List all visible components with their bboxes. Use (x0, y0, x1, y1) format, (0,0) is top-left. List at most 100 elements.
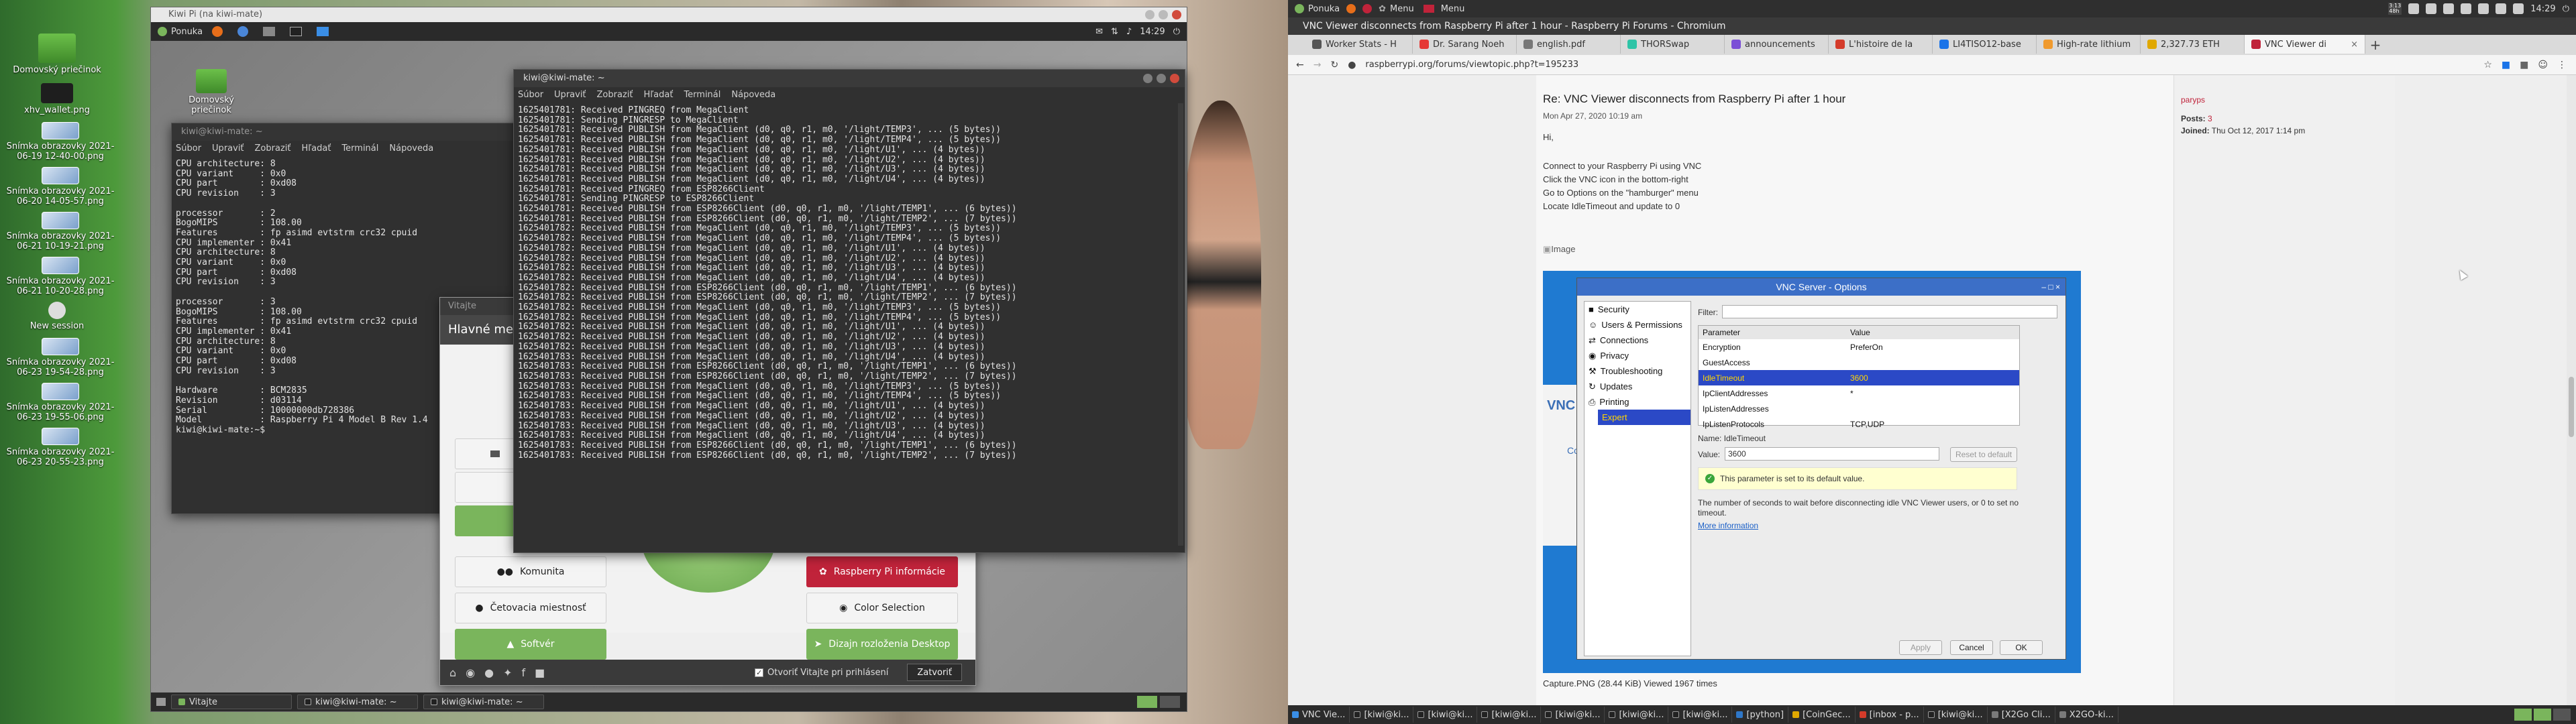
remote-menu-button[interactable]: Ponuka (151, 22, 209, 41)
sidebar-item-users[interactable]: ☺ Users & Permissions (1585, 317, 1690, 333)
bottom-task-9[interactable]: [inbox - p... (1856, 707, 1924, 723)
terminal-scrollbar[interactable] (1178, 103, 1183, 546)
menu-item[interactable]: Terminál (341, 141, 378, 157)
raspberry-icon[interactable] (1362, 4, 1373, 13)
right-menu-button[interactable]: Ponuka (1288, 0, 1346, 17)
power-icon[interactable]: ⏻ (1173, 27, 1180, 37)
minimize-icon[interactable] (1145, 10, 1155, 19)
desktop-icon-5[interactable]: Snímka obrazovky 2021-06-21 10-20-28.png (0, 257, 121, 296)
tab-close-icon[interactable]: × (2351, 40, 2358, 50)
tab-li4tiso12[interactable]: LI4TISO12-base (1933, 35, 2037, 54)
menu-item[interactable]: Súbor (176, 141, 201, 157)
desktop-icon-4[interactable]: Snímka obrazovky 2021-06-21 10-19-21.png (0, 212, 121, 251)
bottom-task-8[interactable]: [CoinGec... (1788, 707, 1856, 723)
bookmark-star-icon[interactable]: ☆ (2483, 60, 2492, 70)
minimize-icon[interactable] (1143, 74, 1152, 83)
profile-icon[interactable]: ☺ (2538, 60, 2548, 70)
table-row[interactable]: GuestAccess (1699, 355, 2019, 370)
dialog-window-controls[interactable]: – □ × (2041, 278, 2060, 296)
sidebar-item-printing[interactable]: ⎙ Printing (1585, 394, 1690, 410)
cancel-button[interactable]: Cancel (1950, 640, 1993, 655)
tab-high-rate[interactable]: High-rate lithium (2037, 35, 2141, 54)
color-selection-button[interactable]: ◉ Color Selection (806, 593, 958, 623)
desktop-icon-2[interactable]: Snímka obrazovky 2021-06-19 12-40-00.png (0, 122, 121, 162)
page-scrollbar[interactable] (2567, 75, 2576, 705)
bottom-task-0[interactable]: VNC Vie... (1288, 707, 1350, 723)
bell-icon[interactable]: ✉ (1095, 27, 1103, 37)
workspace-1[interactable] (2514, 709, 2532, 721)
bottom-task-11[interactable]: [X2Go Cli... (1988, 707, 2055, 723)
sidebar-item-expert[interactable]: Expert (1598, 410, 1690, 425)
back-icon[interactable]: ← (1296, 60, 1304, 70)
volume-icon[interactable] (2513, 3, 2524, 14)
file-manager-icon[interactable] (263, 27, 276, 36)
bottom-task-10[interactable]: [kiwi@ki... (1924, 707, 1988, 723)
tab-dr-sarang[interactable]: Dr. Sarang Noeh (1413, 35, 1517, 54)
maximize-icon[interactable] (1157, 74, 1166, 83)
menu-button-b[interactable]: ✿ Menu (1372, 0, 1421, 17)
menu-item[interactable]: Hľadať (302, 141, 331, 157)
value-input[interactable]: 3600 (1725, 447, 1939, 461)
bottom-task-4[interactable]: [kiwi@ki... (1541, 707, 1605, 723)
ok-button[interactable]: OK (2000, 640, 2043, 655)
address-bar[interactable]: raspberrypi.org/forums/viewtopic.php?t=1… (1365, 60, 1578, 70)
network-icon[interactable]: ⇅ (1111, 27, 1118, 37)
close-icon[interactable] (1170, 74, 1179, 83)
desktop-icon-1[interactable]: xhv_wallet.png (0, 83, 114, 115)
desktop-layout-button[interactable]: ➤ Dizajn rozloženia Desktop (806, 629, 958, 660)
menu-item[interactable]: Nápoveda (389, 141, 433, 157)
remote-task-1[interactable]: kiwi@kiwi-mate: ~ (297, 695, 418, 709)
menu-item[interactable]: Terminál (684, 87, 720, 103)
workspace-2[interactable] (2534, 709, 2551, 721)
home-icon[interactable]: ⌂ (449, 666, 456, 679)
chat-room-button[interactable]: ● Četovacia miestnosť (455, 593, 606, 623)
table-row-selected[interactable]: IdleTimeout 3600 (1699, 370, 2019, 385)
tray-icon[interactable] (2408, 3, 2420, 14)
tray-icon[interactable] (2426, 3, 2437, 14)
desktop-icon-6[interactable]: New session (0, 302, 114, 331)
tab-histoire[interactable]: L'histoire de la (1829, 35, 1933, 54)
sidebar-item-updates[interactable]: ↻ Updates (1585, 379, 1690, 394)
maximize-icon[interactable] (1159, 10, 1168, 19)
menu-item[interactable]: Upraviť (212, 141, 244, 157)
new-tab-icon[interactable]: + (2365, 35, 2385, 55)
tray-icon[interactable] (2443, 3, 2455, 14)
facebook-icon[interactable]: f (522, 666, 526, 679)
sidebar-item-troubleshooting[interactable]: ⚒ Troubleshooting (1585, 363, 1690, 379)
table-row[interactable]: IpClientAddresses * (1699, 385, 2019, 401)
bottom-task-5[interactable]: [kiwi@ki... (1605, 707, 1669, 723)
kebab-menu-icon[interactable]: ⋮ (2557, 60, 2567, 70)
sidebar-item-connections[interactable]: ⇄ Connections (1585, 333, 1690, 348)
sidebar-item-security[interactable]: ■ Security (1585, 302, 1690, 317)
menu-item[interactable]: Zobraziť (255, 141, 291, 157)
startup-toggle[interactable]: ✓ Otvoriť Vitajte pri prihlásení (755, 668, 888, 678)
menu-item[interactable]: Nápoveda (731, 87, 775, 103)
raspberry-pi-info-button[interactable]: ✿ Raspberry Pi informácie (806, 556, 958, 587)
workspace-2[interactable] (1160, 696, 1180, 708)
software-button[interactable]: ▲ Softvér (455, 629, 606, 660)
app-icon[interactable] (317, 27, 329, 36)
show-desktop-icon[interactable] (156, 698, 166, 706)
youtube-icon[interactable] (1423, 5, 1434, 13)
desktop-icon-3[interactable]: Snímka obrazovky 2021-06-20 14-05-57.png (0, 167, 121, 206)
menu-item[interactable]: Hľadať (644, 87, 674, 103)
terminal-icon[interactable] (290, 27, 303, 36)
terminal-front-output[interactable]: 1625401781: Received PINGREQ from MegaCl… (514, 103, 1185, 552)
workspace-1[interactable] (1137, 696, 1157, 708)
post-title[interactable]: Re: VNC Viewer disconnects from Raspberr… (1543, 93, 1845, 106)
bottom-task-3[interactable]: [kiwi@ki... (1477, 707, 1542, 723)
filter-input[interactable] (1722, 305, 2057, 318)
posts-count[interactable]: 3 (2208, 114, 2212, 123)
forum-icon[interactable]: ■ (535, 666, 545, 679)
startup-checkbox[interactable]: ✓ (755, 668, 764, 677)
desktop-icon-0[interactable]: Domovský priečinok (0, 34, 114, 75)
menu-button-c[interactable]: Menu (1434, 0, 1472, 17)
firefox-icon[interactable] (1346, 4, 1356, 13)
workspace-3[interactable] (2553, 709, 2571, 721)
extension-icon-2[interactable]: ■ (2520, 60, 2528, 70)
scroll-thumb[interactable] (2569, 377, 2574, 437)
terminal-window-front[interactable]: kiwi@kiwi-mate: ~ Súbor Upraviť Zobraziť… (513, 69, 1185, 553)
extension-icon[interactable]: ■ (2502, 60, 2510, 70)
table-row[interactable]: IpListenAddresses (1699, 401, 2019, 416)
firefox-icon[interactable] (212, 26, 223, 37)
